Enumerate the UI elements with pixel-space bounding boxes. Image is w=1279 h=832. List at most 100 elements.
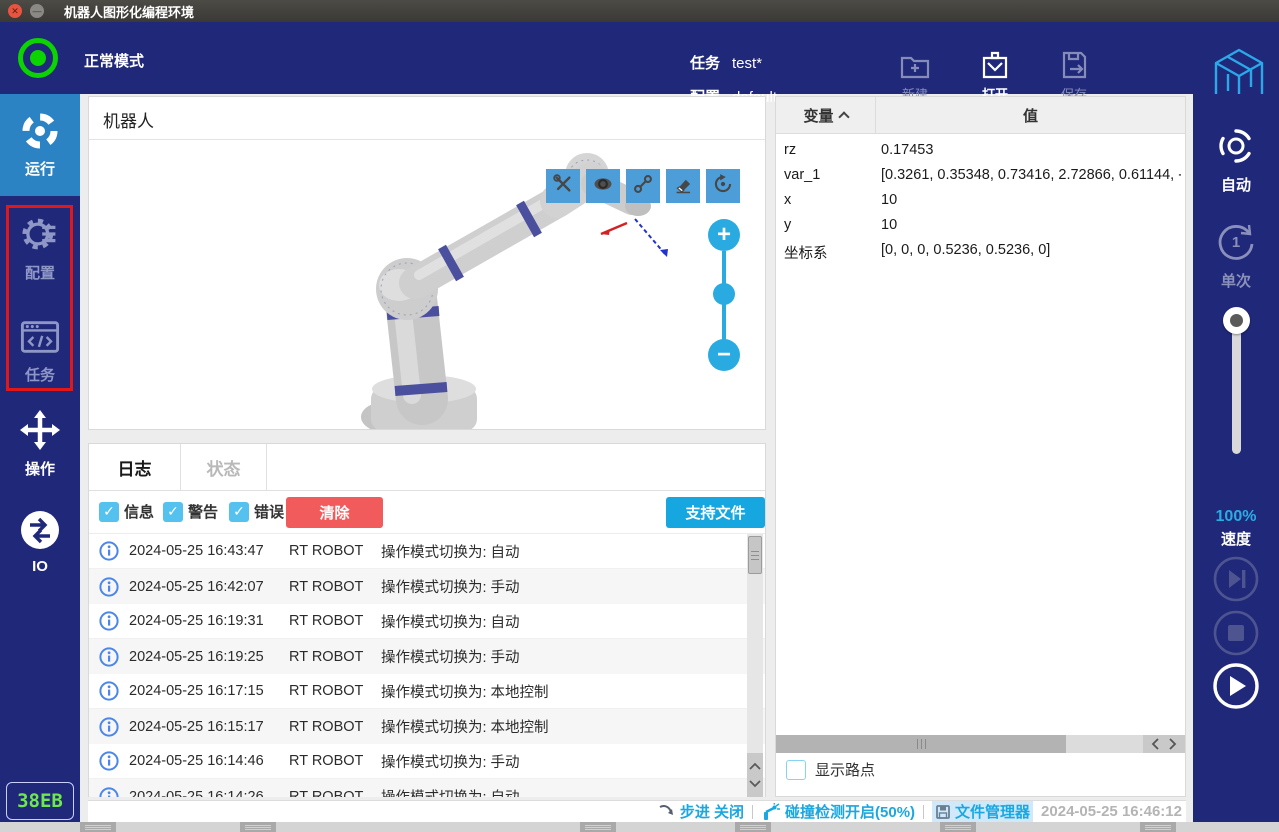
zoom-out-button[interactable]: −	[708, 339, 740, 371]
scroll-left-icon[interactable]	[1151, 738, 1160, 750]
table-row[interactable]: rz 0.17453	[776, 139, 1185, 164]
log-row[interactable]: 2024-05-25 16:42:07 RT ROBOT 操作模式切换为: 手动	[89, 569, 765, 604]
log-message: 操作模式切换为: 手动	[381, 580, 520, 596]
log-source: RT ROBOT	[289, 578, 364, 595]
log-row[interactable]: 2024-05-25 16:14:46 RT ROBOT 操作模式切换为: 手动	[89, 744, 765, 779]
rotate-view-button[interactable]	[706, 169, 740, 203]
table-row[interactable]: 坐标系 [0, 0, 0, 0.5236, 0.5236, 0]	[776, 239, 1185, 264]
sidebar-item-operate[interactable]: 操作	[0, 408, 80, 479]
log-source: RT ROBOT	[289, 543, 364, 559]
log-source: RT ROBOT	[289, 648, 364, 665]
support-files-button[interactable]: 支持文件	[666, 497, 765, 528]
column-header-value[interactable]: 值	[876, 97, 1185, 133]
log-time: 2024-05-25 16:17:15	[129, 683, 264, 699]
log-row[interactable]: 2024-05-25 16:19:25 RT ROBOT 操作模式切换为: 手动	[89, 639, 765, 674]
warning-checkbox[interactable]	[163, 501, 183, 522]
tab-status[interactable]: 状态	[181, 444, 267, 491]
right-sidebar: 自动 1 单次 100% 速度	[1193, 94, 1279, 822]
info-checkbox[interactable]	[99, 501, 119, 522]
log-row[interactable]: 2024-05-25 16:15:17 RT ROBOT 操作模式切换为: 本地…	[89, 709, 765, 744]
collision-detection-toggle[interactable]: 碰撞检测开启(50%)	[761, 801, 915, 822]
log-row[interactable]: 2024-05-25 16:14:26 RT ROBOT 操作模式切换为: 自动	[89, 779, 765, 797]
sidebar-item-run[interactable]: 运行	[0, 94, 80, 196]
log-vertical-scrollbar[interactable]	[747, 534, 763, 797]
speed-label: 速度	[1220, 531, 1251, 548]
log-message: 操作模式切换为: 自动	[381, 786, 520, 797]
auto-mode-button[interactable]: 自动	[1193, 122, 1279, 195]
log-row[interactable]: 2024-05-25 16:19:31 RT ROBOT 操作模式切换为: 自动	[89, 604, 765, 639]
variables-horizontal-scrollbar[interactable]	[776, 735, 1185, 753]
variable-value: 10	[881, 217, 898, 233]
divider	[923, 804, 925, 819]
log-source: RT ROBOT	[289, 613, 364, 629]
divider	[752, 804, 754, 819]
show-waypoints-checkbox[interactable]	[786, 759, 806, 780]
single-run-button[interactable]: 1 单次	[1193, 218, 1279, 291]
speed-slider-track[interactable]	[1232, 326, 1241, 454]
show-waypoints-toggle[interactable]: 显示路点	[786, 759, 875, 780]
file-manager-button[interactable]: 文件管理器	[932, 801, 1034, 822]
sidebar-item-config[interactable]: 配置	[0, 212, 80, 283]
log-time: 2024-05-25 16:15:17	[129, 718, 264, 735]
variable-name: x	[784, 192, 792, 208]
log-time: 2024-05-25 16:14:26	[129, 788, 264, 798]
scroll-down-icon[interactable]	[749, 779, 761, 788]
filter-info[interactable]: 信息	[99, 501, 154, 522]
column-header-variable[interactable]: 变量	[776, 97, 876, 133]
eraser-button[interactable]	[666, 169, 700, 203]
scrollbar-thumb[interactable]	[748, 536, 762, 574]
table-row[interactable]: y 10	[776, 214, 1185, 239]
info-icon	[99, 716, 119, 737]
visibility-button[interactable]	[586, 169, 620, 203]
gear-icon	[0, 212, 80, 256]
path-button[interactable]	[626, 169, 660, 203]
info-icon	[99, 681, 119, 701]
error-checkbox[interactable]	[229, 501, 249, 522]
robot-view-panel: 机器人 + −	[88, 96, 766, 430]
variable-column-label: 变量	[803, 107, 834, 125]
skip-next-icon	[1213, 556, 1259, 602]
zoom-slider-knob[interactable]	[713, 283, 735, 305]
tools-icon	[551, 172, 575, 201]
window-close-button[interactable]: ✕	[8, 4, 22, 18]
log-row[interactable]: 2024-05-25 16:17:15 RT ROBOT 操作模式切换为: 本地…	[89, 674, 765, 709]
log-source: RT ROBOT	[289, 788, 364, 798]
table-row[interactable]: var_1 [0.3261, 0.35348, 0.73416, 2.72866…	[776, 164, 1185, 189]
clear-button[interactable]: 清除	[286, 497, 383, 528]
clock-timestamp: 2024-05-25 16:46:12	[1041, 803, 1182, 820]
log-row[interactable]: 2024-05-25 16:43:47 RT ROBOT 操作模式切换为: 自动	[89, 534, 765, 569]
zoom-in-button[interactable]: +	[708, 219, 740, 251]
new-file-icon	[883, 50, 947, 80]
scrollbar-thumb[interactable]	[776, 735, 1066, 753]
view-toolbar	[546, 169, 740, 203]
svg-text:1: 1	[1232, 234, 1240, 251]
log-list[interactable]: 2024-05-25 16:43:47 RT ROBOT 操作模式切换为: 自动…	[89, 534, 765, 797]
tools-button[interactable]	[546, 169, 580, 203]
run-icon	[0, 110, 80, 152]
left-sidebar: 运行 配置 任务 操作 IO 38EB	[0, 94, 80, 822]
io-swap-icon	[0, 508, 80, 552]
window-title: 机器人图形化编程环境	[64, 4, 195, 20]
file-manager-label: 文件管理器	[955, 804, 1031, 821]
filter-error[interactable]: 错误	[229, 501, 284, 522]
auto-swirl-icon	[1193, 122, 1279, 170]
tab-log[interactable]: 日志	[89, 444, 181, 491]
stop-button[interactable]	[1213, 610, 1259, 656]
taskbar-thumbnail	[240, 822, 276, 832]
table-row[interactable]: x 10	[776, 189, 1185, 214]
scroll-right-icon[interactable]	[1168, 738, 1177, 750]
step-mode-toggle[interactable]: 步进 关闭	[658, 801, 744, 822]
code-window-icon	[0, 316, 80, 358]
filter-warning[interactable]: 警告	[163, 501, 218, 522]
sidebar-item-io[interactable]: IO	[0, 508, 80, 575]
speed-slider-thumb[interactable]	[1223, 307, 1250, 334]
sidebar-item-task[interactable]: 任务	[0, 316, 80, 385]
variable-value: [0, 0, 0, 0.5236, 0.5236, 0]	[881, 242, 1051, 258]
window-minimize-button[interactable]: —	[30, 4, 44, 18]
step-next-button[interactable]	[1213, 556, 1259, 602]
show-waypoints-label: 显示路点	[815, 762, 876, 779]
scroll-up-icon[interactable]	[749, 762, 761, 771]
log-message: 操作模式切换为: 本地控制	[381, 684, 549, 701]
play-button[interactable]	[1213, 663, 1259, 709]
info-icon	[99, 541, 119, 561]
